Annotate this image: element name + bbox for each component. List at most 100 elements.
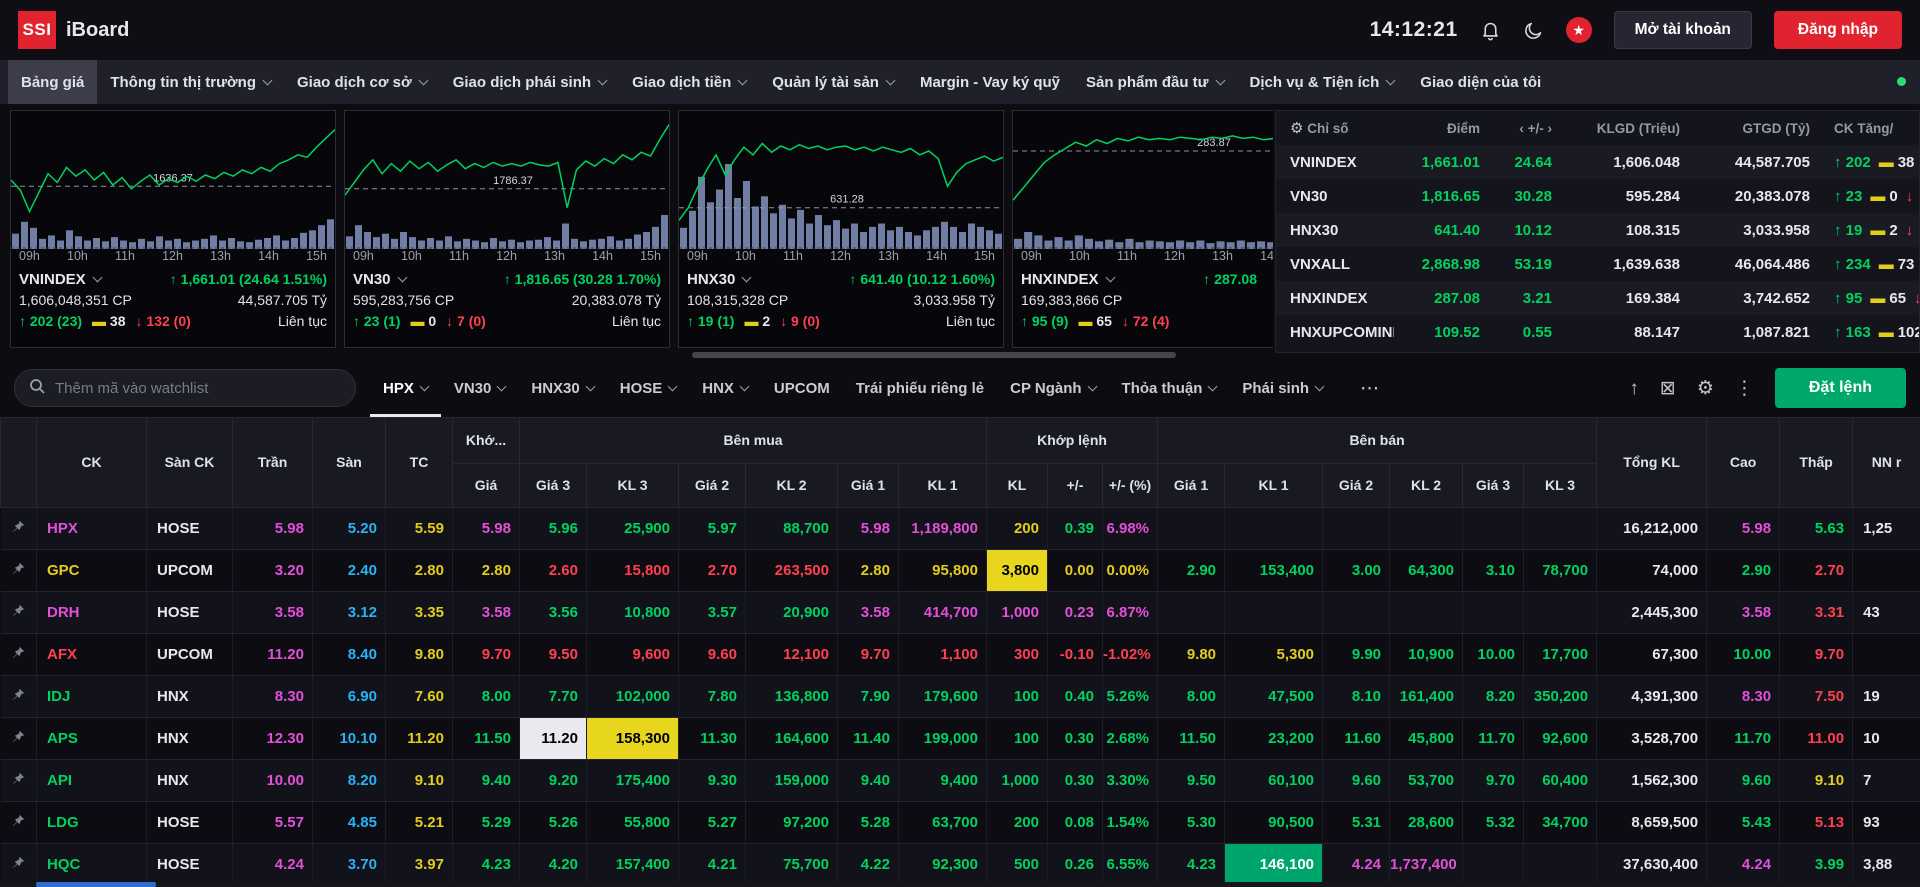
ticker-cell[interactable]: API (36, 759, 147, 802)
pin-cell[interactable] (0, 843, 37, 886)
price-cell: 6.87% (1102, 591, 1159, 634)
tab-label: VN30 (453, 379, 492, 397)
price-cell: 5.26 (519, 801, 587, 844)
bell-icon[interactable] (1480, 20, 1501, 41)
price-cell (1322, 507, 1391, 550)
nav-item[interactable]: Giao dịch cơ sở (284, 60, 440, 104)
index-change: ↑ 1,661.01 (24.64 1.51%) (169, 271, 327, 287)
watchlist-tab[interactable]: UPCOM (761, 359, 843, 417)
export-icon[interactable]: ⊠ (1660, 379, 1676, 398)
ssi-logo[interactable]: SSI (18, 11, 56, 49)
index-row[interactable]: VNXALL 2,868.98 53.19 1,639.638 46,064.486 ↑ … (1276, 247, 1919, 281)
charts-horizontal-scrollbar[interactable] (692, 352, 1176, 358)
ticker-cell[interactable]: HPX (36, 507, 147, 550)
pin-cell[interactable] (0, 759, 37, 802)
gear-icon[interactable]: ⚙ (1290, 120, 1303, 137)
price-cell: 92,600 (1523, 717, 1598, 760)
chevron-down-icon (1215, 75, 1225, 85)
pin-cell[interactable] (0, 549, 37, 592)
place-order-button[interactable]: Đặt lệnh (1774, 368, 1906, 408)
scrollbar-thumb[interactable] (36, 882, 156, 887)
nav-item[interactable]: Margin - Vay ký quỹ (907, 60, 1073, 104)
ticker-cell[interactable]: DRH (36, 591, 147, 634)
index-row[interactable]: HNXUPCOMINDEX 109.52 0.55 88.147 1,087.821 ↑ … (1276, 315, 1919, 349)
index-row[interactable]: VNINDEX 1,661.01 24.64 1,606.048 44,587.705 ↑… (1276, 145, 1919, 179)
watchlist-tab[interactable]: Phái sinh (1229, 359, 1336, 417)
search-input[interactable] (55, 379, 341, 397)
price-cell: 16,212,000 (1596, 507, 1708, 550)
ticker-cell[interactable]: GPC (36, 549, 147, 592)
chart-index-selector[interactable]: HNX30 (687, 269, 752, 290)
kebab-menu-icon[interactable]: ⋮ (1735, 379, 1754, 398)
ticker-cell[interactable]: HQC (36, 843, 147, 886)
watchlist-tab[interactable]: HOSE (607, 359, 690, 417)
price-cell: 3.97 (385, 843, 453, 886)
watchlist-tab[interactable]: Thỏa thuận (1109, 359, 1230, 417)
pin-cell[interactable] (0, 591, 37, 634)
watchlist-tab[interactable]: HNX30 (518, 359, 606, 417)
price-cell: 5.32 (1462, 801, 1525, 844)
pin-cell[interactable] (0, 717, 37, 760)
price-cell: 9.80 (385, 633, 453, 676)
nav-item-label: Quản lý tài sản (772, 73, 879, 91)
ticker-cell[interactable]: LDG (36, 801, 147, 844)
price-cell: 199,000 (898, 717, 987, 760)
price-cell: 5.98 (1706, 507, 1781, 550)
open-account-button[interactable]: Mở tài khoản (1613, 11, 1752, 49)
chart-index-selector[interactable]: HNXINDEX (1021, 269, 1115, 290)
watchlist-tab[interactable]: Trái phiếu riêng lẻ (843, 359, 997, 417)
index-change: 0.55 (1522, 323, 1552, 341)
chart-index-selector[interactable]: VN30 (353, 269, 407, 290)
rewards-star-icon[interactable]: ★ (1565, 17, 1592, 43)
watchlist-search[interactable] (14, 369, 356, 407)
price-cell: 4.23 (1157, 843, 1226, 886)
chart-index-selector[interactable]: VNINDEX (19, 269, 103, 290)
pin-cell[interactable] (0, 801, 37, 844)
nav-item[interactable]: Sản phẩm đầu tư (1073, 60, 1237, 104)
arrow-up-icon[interactable]: ↑ (1629, 379, 1639, 398)
pin-cell[interactable] (0, 507, 37, 550)
chevron-down-icon (496, 381, 507, 391)
price-cell: 146,100 (1224, 843, 1324, 886)
price-cell (1224, 591, 1324, 634)
price-cell: 34,700 (1523, 801, 1598, 844)
price-cell: 28,600 (1389, 801, 1464, 844)
tab-label: HNX (702, 379, 734, 397)
chevron-down-icon (741, 272, 752, 283)
ticker-cell[interactable]: IDJ (36, 675, 147, 718)
ticker-cell[interactable]: AFX (36, 633, 147, 676)
watchlist-tab[interactable]: VN30 (441, 359, 519, 417)
nav-item[interactable]: Thông tin thị trường (97, 60, 284, 104)
bottom-scrollbar[interactable] (0, 882, 1920, 887)
price-cell: 350,200 (1523, 675, 1598, 718)
nav-item[interactable]: Giao dịch tiền (619, 60, 759, 104)
index-volume: 595,283,756 CP (353, 292, 455, 308)
watchlist-tab[interactable]: CP Ngành (997, 359, 1108, 417)
dark-mode-moon-icon[interactable] (1523, 20, 1544, 41)
ticker-cell[interactable]: APS (36, 717, 147, 760)
watchbar-actions: ↑ ⊠ ⚙ ⋮ Đặt lệnh (1629, 368, 1906, 408)
login-button[interactable]: Đăng nhập (1773, 11, 1902, 49)
index-row[interactable]: VN30 1,816.65 30.28 595.284 20,383.078 ↑ 23 ▬ 0… (1276, 179, 1919, 213)
watchlist-tab[interactable]: HPX (370, 359, 441, 417)
watchlist-tab[interactable]: HNX (689, 359, 761, 417)
index-row[interactable]: HNXINDEX 287.08 3.21 169.384 3,742.652 ↑ 95 ▬ 6… (1276, 281, 1919, 315)
nav-item[interactable]: Bảng giá (8, 60, 98, 104)
nav-item[interactable]: Dịch vụ & Tiện ích (1237, 60, 1408, 104)
index-row[interactable]: HNX30 641.40 10.12 108.315 3,033.958 ↑ 19 ▬ 2 ↓ (1276, 213, 1919, 247)
nav-item[interactable]: Quản lý tài sản (759, 60, 907, 104)
pin-cell[interactable] (0, 675, 37, 718)
pin-cell[interactable] (0, 633, 37, 676)
gear-icon[interactable]: ⚙ (1697, 379, 1714, 398)
nav-item[interactable]: Giao dịch phái sinh (440, 60, 619, 104)
session-status: Liên tục (277, 313, 327, 329)
price-cell: 0.26 (1047, 843, 1103, 886)
price-cell: 3.20 (232, 549, 313, 592)
next-page-icon[interactable]: › (1548, 121, 1553, 136)
prev-page-icon[interactable]: ‹ (1519, 121, 1524, 136)
price-cell: 53,700 (1389, 759, 1464, 802)
nav-item-label: Giao dịch cơ sở (297, 73, 412, 91)
clock: 14:12:21 (1369, 18, 1458, 41)
more-tabs-icon[interactable]: ⋯ (1350, 377, 1389, 400)
nav-item[interactable]: Giao diện của tôi (1407, 60, 1554, 104)
